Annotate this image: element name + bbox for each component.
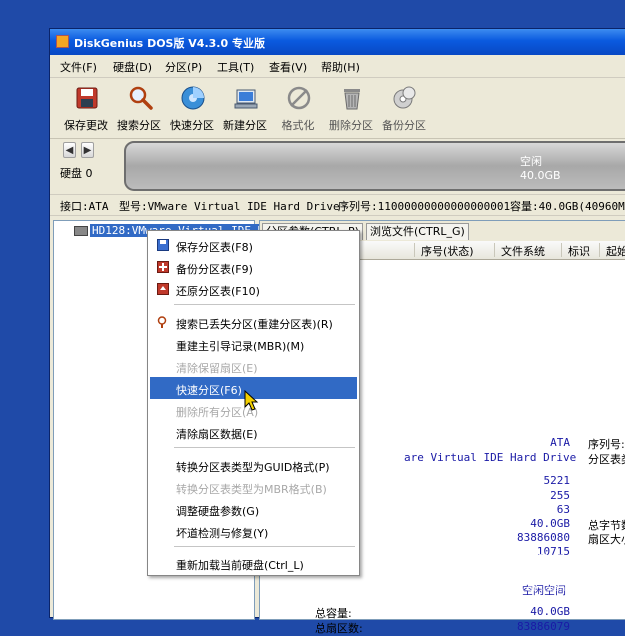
serial-label: 序列号: [588, 438, 625, 451]
menu-bar: 文件(F) 硬盘(D) 分区(P) 工具(T) 查看(V) 帮助(H) [50, 55, 625, 78]
model-info: 型号:VMware Virtual IDE Hard Drive [119, 200, 340, 213]
total-capacity-label: 总容量: [315, 607, 352, 620]
trash-icon [344, 89, 360, 110]
menu-search-lost-partitions[interactable]: 搜索已丢失分区(重建分区表)(R) [150, 311, 357, 333]
title-bar[interactable]: DiskGenius DOS版 V4.3.0 专业版 [50, 29, 625, 55]
disk-label: 硬盘 0 [60, 167, 93, 180]
backup-icon [157, 261, 169, 273]
new-partition-button[interactable]: 新建分区 [219, 83, 271, 135]
col-seq-status[interactable]: 序号(状态) [414, 243, 474, 258]
disk-free-space-block[interactable]: 空闲 40.0GB [124, 141, 625, 191]
menu-save-partition-table[interactable]: 保存分区表(F8) [150, 234, 357, 256]
menu-restore-partition-table[interactable]: 还原分区表(F10) [150, 278, 357, 300]
search-partition-button[interactable]: 搜索分区 [113, 83, 165, 135]
disk-free-label: 空闲 40.0GB [520, 155, 561, 182]
col-flag[interactable]: 标识 [561, 243, 590, 258]
menu-reload-disk[interactable]: 重新加载当前硬盘(Ctrl_L) [150, 552, 357, 574]
menu-tools[interactable]: 工具(T) [217, 59, 254, 75]
capacity-info: 容量:40.0GB(40960MB) [510, 200, 625, 213]
save-icon [76, 87, 98, 109]
menu-view[interactable]: 查看(V) [269, 59, 307, 75]
menu-file[interactable]: 文件(F) [60, 59, 97, 75]
serial-info: 序列号:11000000000000000001 [338, 200, 511, 213]
quick-partition-button[interactable]: 快速分区 [166, 83, 218, 135]
menu-disk[interactable]: 硬盘(D) [113, 59, 152, 75]
cylinders-value: 5221 [543, 474, 571, 487]
pt-type-label: 分区表类型: [588, 453, 625, 466]
menu-separator [174, 447, 355, 448]
hard-disk-icon [74, 226, 88, 236]
format-button[interactable]: 格式化 [272, 83, 324, 135]
backup-partition-button[interactable]: 备份分区 [378, 83, 430, 135]
disk-info-bar: 接口:ATA 型号:VMware Virtual IDE Hard Drive … [50, 194, 625, 216]
drive-icon [234, 89, 258, 109]
magnifier-icon [129, 86, 153, 110]
menu-partition[interactable]: 分区(P) [165, 59, 202, 75]
format-icon [287, 86, 311, 110]
model-value: are Virtual IDE Hard Drive [404, 451, 577, 464]
total-sectors-count: 83886079 [517, 620, 570, 633]
menu-convert-to-mbr[interactable]: 转换分区表类型为MBR格式(B) [150, 476, 357, 498]
heads-value: 255 [550, 489, 570, 502]
disk-map-bar: ◀ ▶ 硬盘 0 空闲 40.0GB [50, 139, 625, 193]
save-changes-button[interactable]: 保存更改 [60, 83, 112, 135]
menu-separator [174, 304, 355, 305]
menu-adjust-disk-params[interactable]: 调整硬盘参数(G) [150, 498, 357, 520]
menu-convert-to-guid[interactable]: 转换分区表类型为GUID格式(P) [150, 454, 357, 476]
menu-clear-reserved-sectors[interactable]: 清除保留扇区(E) [150, 355, 357, 377]
mouse-cursor-icon [244, 390, 259, 411]
window-title: DiskGenius DOS版 V4.3.0 专业版 [74, 37, 265, 50]
menu-backup-partition-table[interactable]: 备份分区表(F9) [150, 256, 357, 278]
delete-partition-button[interactable]: 删除分区 [325, 83, 377, 135]
menu-bad-sector-repair[interactable]: 坏道检测与修复(Y) [150, 520, 357, 542]
restore-icon [157, 283, 169, 295]
next-disk-button[interactable]: ▶ [81, 142, 94, 158]
disk-quick-icon [181, 86, 205, 110]
sectors-value: 63 [556, 503, 570, 516]
menu-rebuild-mbr[interactable]: 重建主引导记录(MBR)(M) [150, 333, 357, 355]
app-icon [56, 35, 69, 48]
menu-separator [174, 546, 355, 547]
iface-value: ATA [550, 436, 570, 449]
total-sectors-value: 83886080 [517, 531, 570, 544]
watermark-logo: 电脑吧 [525, 554, 565, 569]
sector-size-label: 扇区大小: [588, 533, 625, 546]
menu-help[interactable]: 帮助(H) [321, 59, 360, 75]
prev-disk-button[interactable]: ◀ [63, 142, 76, 158]
tab-browse-files[interactable]: 浏览文件(CTRL_G) [366, 223, 469, 240]
interface-info: 接口:ATA [60, 200, 109, 213]
watermark-url: bbs.diannao8.org [527, 584, 606, 594]
capacity-value: 40.0GB [530, 517, 570, 530]
col-filesystem[interactable]: 文件系统 [494, 243, 545, 258]
menu-clear-sector-data[interactable]: 清除扇区数据(E) [150, 421, 357, 443]
toolbar: 保存更改 搜索分区 快速分区 新建分区 格式化 删除分区 备份分区 [50, 78, 625, 139]
col-start[interactable]: 起始 [599, 243, 625, 258]
save-icon [157, 239, 169, 251]
backup-disk-icon [393, 86, 416, 109]
magnifier-icon [157, 316, 167, 328]
total-sectors-label: 总扇区数: [315, 622, 363, 635]
